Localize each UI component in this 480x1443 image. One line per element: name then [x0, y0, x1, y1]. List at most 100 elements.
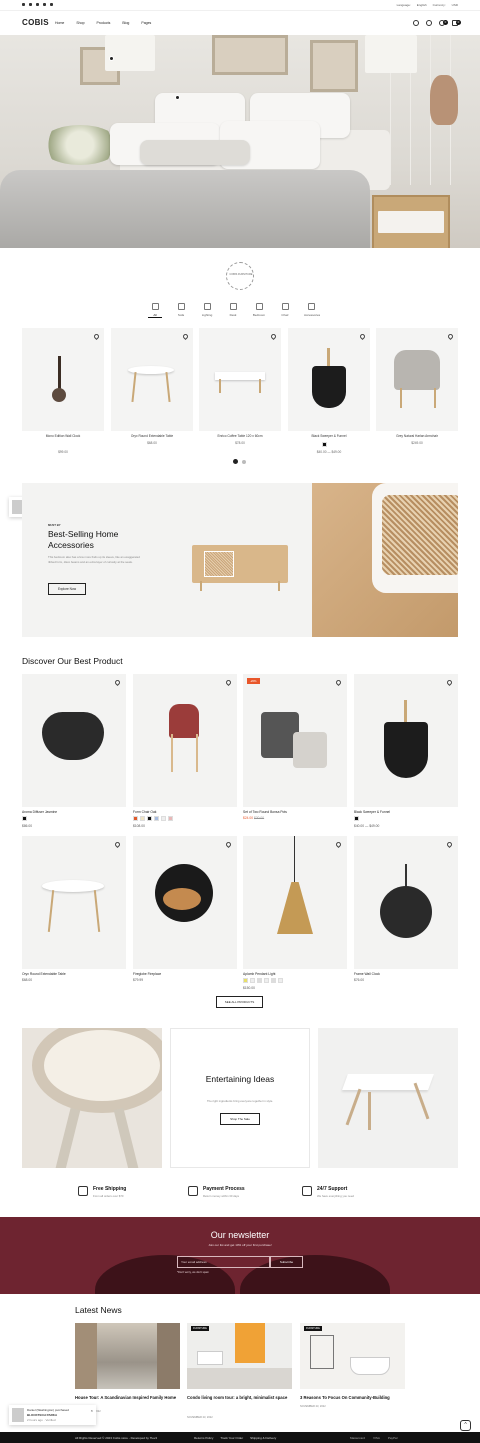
search-icon[interactable]	[413, 20, 419, 26]
tab-desk[interactable]: Desk	[226, 303, 240, 318]
product-card[interactable]	[22, 674, 126, 807]
product-name[interactable]: Enrico Coffee Table 120 x 60cm	[199, 434, 281, 438]
product-card[interactable]	[22, 328, 104, 431]
wishlist-heart-icon[interactable]	[445, 678, 454, 687]
product-card[interactable]	[354, 836, 458, 969]
hotspot-dot[interactable]	[109, 56, 114, 61]
color-swatch[interactable]	[354, 816, 359, 821]
product-card[interactable]	[133, 674, 237, 807]
color-swatch[interactable]	[161, 816, 166, 821]
news-card-image[interactable]: FURNITURE	[300, 1323, 405, 1389]
product-name[interactable]: Oryx Round Extendable Table	[22, 972, 66, 976]
newsletter-email-input[interactable]: Your email address	[177, 1256, 270, 1268]
wishlist-heart-icon[interactable]	[269, 332, 278, 341]
language-select[interactable]: English	[417, 3, 427, 7]
user-icon[interactable]	[426, 20, 432, 26]
tab-bedroom[interactable]: Bedroom	[252, 303, 266, 318]
see-all-products-button[interactable]: SEE ALL PRODUCTS	[216, 996, 263, 1008]
shop-the-sale-button[interactable]: Shop The Sale	[220, 1113, 260, 1125]
wishlist-heart-icon[interactable]	[334, 678, 343, 687]
explore-now-button[interactable]: Explore Now	[48, 583, 86, 595]
wishlist-heart-icon[interactable]	[446, 332, 455, 341]
product-name[interactable]: Frame Wall Clock	[354, 972, 380, 976]
pager-dot[interactable]	[242, 459, 246, 464]
product-name[interactable]: Black Sweeper & Funnel	[288, 434, 370, 438]
product-name[interactable]: Aplomb Pendant Light	[243, 972, 275, 976]
color-swatch[interactable]	[22, 816, 27, 821]
product-card[interactable]: -20%	[243, 674, 347, 807]
cart-icon[interactable]: 0	[452, 20, 461, 26]
product-card[interactable]	[22, 836, 126, 969]
back-to-top-button[interactable]: ^	[460, 1420, 471, 1431]
color-swatch[interactable]	[278, 978, 283, 983]
news-title[interactable]: House Tour: A Scandinavian Inspired Fami…	[75, 1395, 185, 1401]
wishlist-heart-icon[interactable]	[181, 332, 190, 341]
instagram-icon[interactable]	[36, 3, 39, 6]
color-swatch[interactable]	[257, 978, 262, 983]
wishlist-heart-icon[interactable]	[445, 840, 454, 849]
product-name[interactable]: Fireglobe Fireplace	[133, 972, 161, 976]
wishlist-heart-icon[interactable]	[113, 678, 122, 687]
product-name[interactable]: Aroma Diffuser Jasmine	[22, 810, 57, 814]
product-card[interactable]	[199, 328, 281, 431]
color-swatch[interactable]	[264, 978, 269, 983]
header: COBIS Home Shop Products Blog Pages 0 0	[0, 10, 480, 35]
color-swatch[interactable]	[250, 978, 255, 983]
tab-accessories[interactable]: Accessories	[304, 303, 320, 318]
color-swatch[interactable]	[154, 816, 159, 821]
wishlist-heart-icon[interactable]	[358, 332, 367, 341]
product-card[interactable]	[288, 328, 370, 431]
facebook-icon[interactable]	[22, 3, 25, 6]
product-card[interactable]	[354, 674, 458, 807]
nav-products[interactable]: Products	[97, 21, 111, 25]
close-icon[interactable]: ×	[91, 1408, 93, 1413]
wishlist-heart-icon[interactable]	[92, 332, 101, 341]
wishlist-heart-icon[interactable]	[334, 840, 343, 849]
tab-chair[interactable]: Chair	[278, 303, 292, 318]
youtube-icon[interactable]	[43, 3, 46, 6]
color-swatch[interactable]	[147, 816, 152, 821]
color-swatch[interactable]	[243, 978, 248, 983]
color-swatch[interactable]	[168, 816, 173, 821]
wishlist-heart-icon[interactable]	[113, 840, 122, 849]
news-card-image[interactable]: FURNITURE	[187, 1323, 292, 1389]
footer-link[interactable]: Track Your Order	[220, 1436, 243, 1440]
product-name[interactable]: Black Sweeper & Funnel	[354, 810, 390, 814]
product-name[interactable]: Grey Natural Harlan Armchair	[376, 434, 458, 438]
tab-sofa[interactable]: Sofa	[174, 303, 188, 318]
nav-home[interactable]: Home	[55, 21, 64, 25]
tab-lighting[interactable]: Lighting	[200, 303, 214, 318]
twitter-icon[interactable]	[29, 3, 32, 6]
subscribe-button[interactable]: Subscribe	[270, 1256, 303, 1268]
product-name[interactable]: Mono Edition Wall Clock	[22, 434, 104, 438]
product-name[interactable]: Oryx Round Extendable Table	[111, 434, 193, 438]
nav-shop[interactable]: Shop	[76, 21, 84, 25]
product-card[interactable]	[133, 836, 237, 969]
color-swatch[interactable]	[322, 442, 327, 447]
nav-pages[interactable]: Pages	[141, 21, 151, 25]
product-name[interactable]: Form Chair Oak	[133, 810, 156, 814]
footer-link[interactable]: Shipping & Delivery	[250, 1436, 276, 1440]
footer-link[interactable]: Returns Policy	[194, 1436, 213, 1440]
currency-select[interactable]: USD	[452, 3, 458, 7]
hotspot-dot[interactable]	[175, 95, 180, 100]
color-swatch[interactable]	[271, 978, 276, 983]
color-swatch[interactable]	[133, 816, 138, 821]
product-card[interactable]	[376, 328, 458, 431]
product-card[interactable]	[243, 836, 347, 969]
wishlist-heart-icon[interactable]	[224, 678, 233, 687]
product-card[interactable]	[111, 328, 193, 431]
pager-dot[interactable]	[233, 459, 238, 464]
product-name[interactable]: Set of Two Round Bonsa Pots	[243, 810, 287, 814]
tab-all[interactable]: All	[148, 303, 162, 318]
news-card-image[interactable]: FURNITURE	[75, 1323, 180, 1389]
nav-blog[interactable]: Blog	[122, 21, 129, 25]
logo[interactable]: COBIS	[22, 18, 49, 27]
popup-product[interactable]: BLOCKTECH PARKA	[27, 1413, 57, 1417]
tiktok-icon[interactable]	[50, 3, 53, 6]
wishlist-heart-icon[interactable]	[224, 840, 233, 849]
news-title[interactable]: 3 Reasons To Focus On Community-Building	[300, 1395, 410, 1401]
color-swatch[interactable]	[140, 816, 145, 821]
wishlist-icon[interactable]: 0	[439, 20, 448, 26]
news-title[interactable]: Condo living room tour: a bright, minima…	[187, 1395, 297, 1401]
